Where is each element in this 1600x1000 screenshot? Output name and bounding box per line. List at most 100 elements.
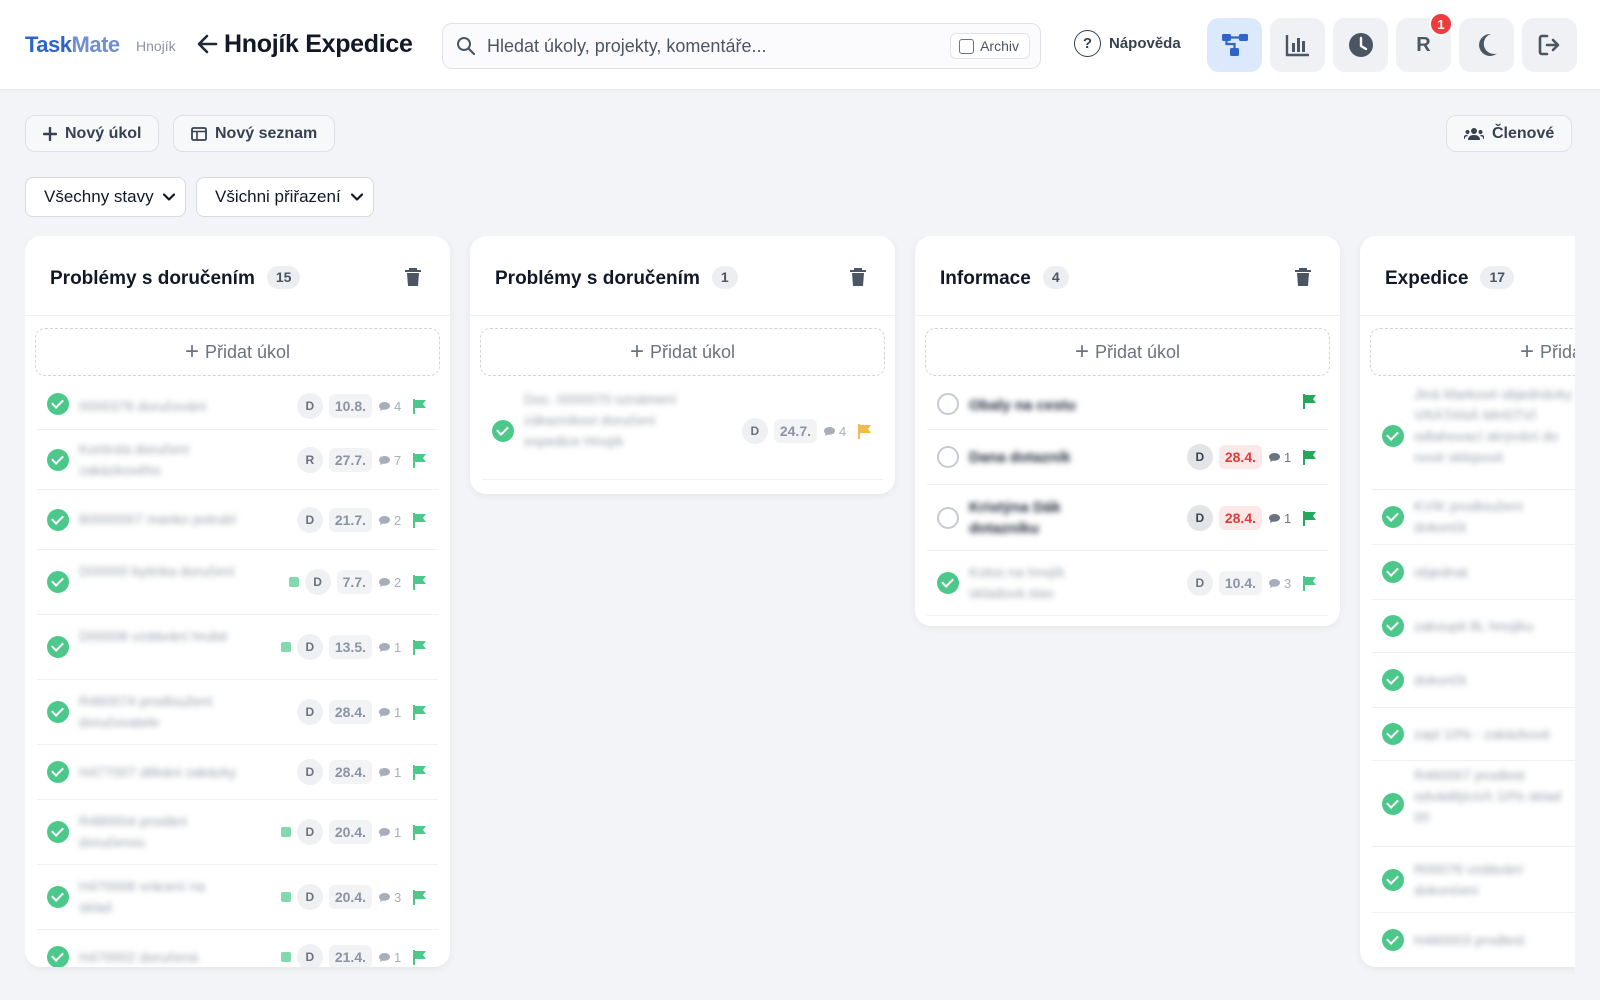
task-done-checkbox[interactable] <box>47 701 69 723</box>
task-done-checkbox[interactable] <box>1382 723 1404 745</box>
flag-icon[interactable] <box>412 512 428 529</box>
task-card[interactable]: R460007 prodlest odvádějících 10% sklad … <box>1372 761 1575 847</box>
task-done-checkbox[interactable] <box>47 946 69 967</box>
comment-count[interactable]: 4 <box>378 399 406 414</box>
task-card[interactable]: H477007 děkání zakázky D 28.4. 1 <box>37 745 438 800</box>
task-card[interactable]: R480004 prodání doručenou D 20.4. 1 <box>37 800 438 865</box>
assignee-avatar[interactable]: D <box>296 507 323 533</box>
task-done-checkbox[interactable] <box>1382 869 1404 891</box>
task-done-checkbox[interactable] <box>47 449 69 471</box>
task-card[interactable]: KVIK prodloužení dokončit <box>1372 490 1575 545</box>
task-card[interactable]: Obaly na cestu <box>927 382 1328 430</box>
trash-icon[interactable] <box>404 267 422 287</box>
task-done-checkbox[interactable] <box>47 636 69 658</box>
comment-count[interactable]: 3 <box>1268 576 1296 591</box>
assignee-avatar[interactable]: D <box>1186 570 1213 596</box>
task-done-checkbox[interactable] <box>1382 669 1404 691</box>
comment-count[interactable]: 2 <box>378 575 406 590</box>
task-done-checkbox[interactable] <box>47 571 69 593</box>
add-task-button[interactable]: +Přidat úkol <box>480 328 885 376</box>
hierarchy-view-button[interactable] <box>1207 18 1262 72</box>
task-done-checkbox[interactable] <box>1382 561 1404 583</box>
flag-icon[interactable] <box>412 824 428 841</box>
assignee-avatar[interactable]: D <box>741 418 768 444</box>
flag-icon[interactable] <box>1302 510 1318 527</box>
comment-count[interactable]: 7 <box>378 453 406 468</box>
task-done-checkbox[interactable] <box>47 393 69 415</box>
task-card[interactable]: R00076 vzdávání dokončení <box>1372 847 1575 913</box>
assignee-avatar[interactable]: D <box>296 699 323 725</box>
assignee-avatar[interactable]: D <box>1186 505 1213 531</box>
task-open-checkbox[interactable] <box>937 507 959 529</box>
task-card[interactable]: D00006 vzdávání hrubé D 13.5. 1 <box>37 615 438 680</box>
task-card[interactable]: H470002 doručená D 21.4. 1 <box>37 930 438 967</box>
assignee-avatar[interactable]: D <box>296 884 323 910</box>
logout-button[interactable] <box>1522 18 1577 72</box>
flag-icon[interactable] <box>412 398 428 415</box>
task-card[interactable]: Kontrola doručení zakázkového R 27.7. 7 <box>37 430 438 490</box>
task-card[interactable]: zakoupit 8L hnojiku <box>1372 600 1575 653</box>
task-done-checkbox[interactable] <box>1382 615 1404 637</box>
task-card[interactable]: Kolos na hnojík skladová stav D 10.4. 3 <box>927 551 1328 616</box>
task-done-checkbox[interactable] <box>47 886 69 908</box>
task-card[interactable]: objednat <box>1372 545 1575 600</box>
task-open-checkbox[interactable] <box>937 446 959 468</box>
comment-count[interactable]: 1 <box>378 705 406 720</box>
app-logo[interactable]: TaskMate <box>25 32 120 58</box>
back-arrow-icon[interactable] <box>196 32 218 56</box>
task-done-checkbox[interactable] <box>492 420 514 442</box>
add-task-button[interactable]: +Přidat úkol <box>1370 328 1575 376</box>
task-done-checkbox[interactable] <box>1382 793 1404 815</box>
task-done-checkbox[interactable] <box>47 821 69 843</box>
comment-count[interactable]: 4 <box>823 424 851 439</box>
assignee-avatar[interactable]: D <box>296 944 323 967</box>
comment-count[interactable]: 1 <box>378 950 406 965</box>
column-title[interactable]: Informace 4 <box>940 266 1069 290</box>
dark-mode-button[interactable] <box>1459 18 1514 72</box>
assignee-avatar[interactable]: D <box>296 393 323 419</box>
search-input[interactable] <box>487 32 927 60</box>
flag-icon[interactable] <box>1302 449 1318 466</box>
comment-count[interactable]: 2 <box>378 513 406 528</box>
comment-count[interactable]: 1 <box>378 765 406 780</box>
flag-icon[interactable] <box>857 423 873 440</box>
task-card[interactable]: H460003 prodlest <box>1372 913 1575 967</box>
flag-icon[interactable] <box>1302 575 1318 592</box>
flag-icon[interactable] <box>412 764 428 781</box>
task-card[interactable]: 0000378 doručování D 10.8. 4 <box>37 382 438 430</box>
flag-icon[interactable] <box>412 889 428 906</box>
comment-count[interactable]: 1 <box>378 640 406 655</box>
assignee-avatar[interactable]: D <box>296 759 323 785</box>
assignee-avatar[interactable]: D <box>1186 444 1213 470</box>
task-card[interactable]: R460074 prodloužení doručovatele D 28.4. 1 <box>37 680 438 745</box>
assignee-avatar[interactable]: D <box>304 569 331 595</box>
task-open-checkbox[interactable] <box>937 393 959 415</box>
assignee-avatar[interactable]: D <box>296 819 323 845</box>
archive-checkbox[interactable] <box>959 38 975 54</box>
status-filter-select[interactable]: Všechny stavy <box>25 177 186 217</box>
comment-count[interactable]: 1 <box>378 825 406 840</box>
flag-icon[interactable] <box>412 574 428 591</box>
task-done-checkbox[interactable] <box>47 509 69 531</box>
add-task-button[interactable]: +Přidat úkol <box>925 328 1330 376</box>
new-list-button[interactable]: Nový seznam <box>173 115 336 152</box>
task-done-checkbox[interactable] <box>47 761 69 783</box>
new-task-button[interactable]: Nový úkol <box>25 115 160 152</box>
task-done-checkbox[interactable] <box>1382 506 1404 528</box>
task-card[interactable]: Jiná Markové objednávky VRÁTANÁ MHSTVÍ o… <box>1372 382 1575 490</box>
assignee-filter-select[interactable]: Všichni přiřazení <box>196 177 374 217</box>
flag-icon[interactable] <box>412 452 428 469</box>
column-title[interactable]: Problémy s doručením 15 <box>50 266 301 290</box>
trash-icon[interactable] <box>849 267 867 287</box>
task-card[interactable]: H470006 vrácení na sklad D 20.4. 3 <box>37 865 438 930</box>
comment-count[interactable]: 3 <box>378 890 406 905</box>
task-card[interactable]: D00000 bytinka doručení D 7.7. 2 <box>37 550 438 615</box>
task-card[interactable]: Doc. 0000070 oznámení zákazníkovi doruče… <box>482 382 883 480</box>
comment-count[interactable]: 1 <box>1268 511 1296 526</box>
flag-icon[interactable] <box>412 704 428 721</box>
task-card[interactable]: zapl 10% - zakázkové <box>1372 708 1575 761</box>
stats-button[interactable] <box>1270 18 1325 72</box>
column-title[interactable]: Problémy s doručením 1 <box>495 266 738 290</box>
workspace-name[interactable]: Hnojík <box>136 38 176 54</box>
task-card[interactable]: dokončit <box>1372 653 1575 708</box>
